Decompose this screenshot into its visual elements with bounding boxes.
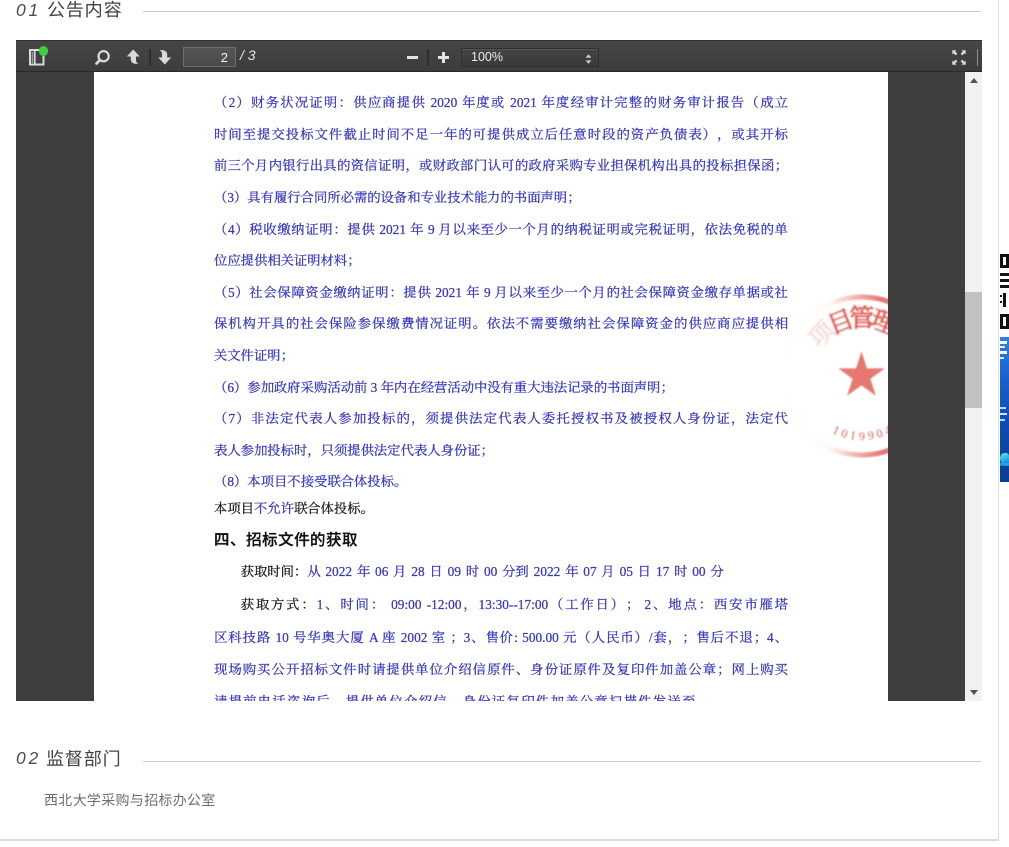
- svg-text:0: 0: [840, 426, 850, 441]
- svg-text:9: 9: [859, 429, 865, 443]
- svg-text:1: 1: [849, 428, 857, 443]
- svg-text:9: 9: [867, 428, 875, 443]
